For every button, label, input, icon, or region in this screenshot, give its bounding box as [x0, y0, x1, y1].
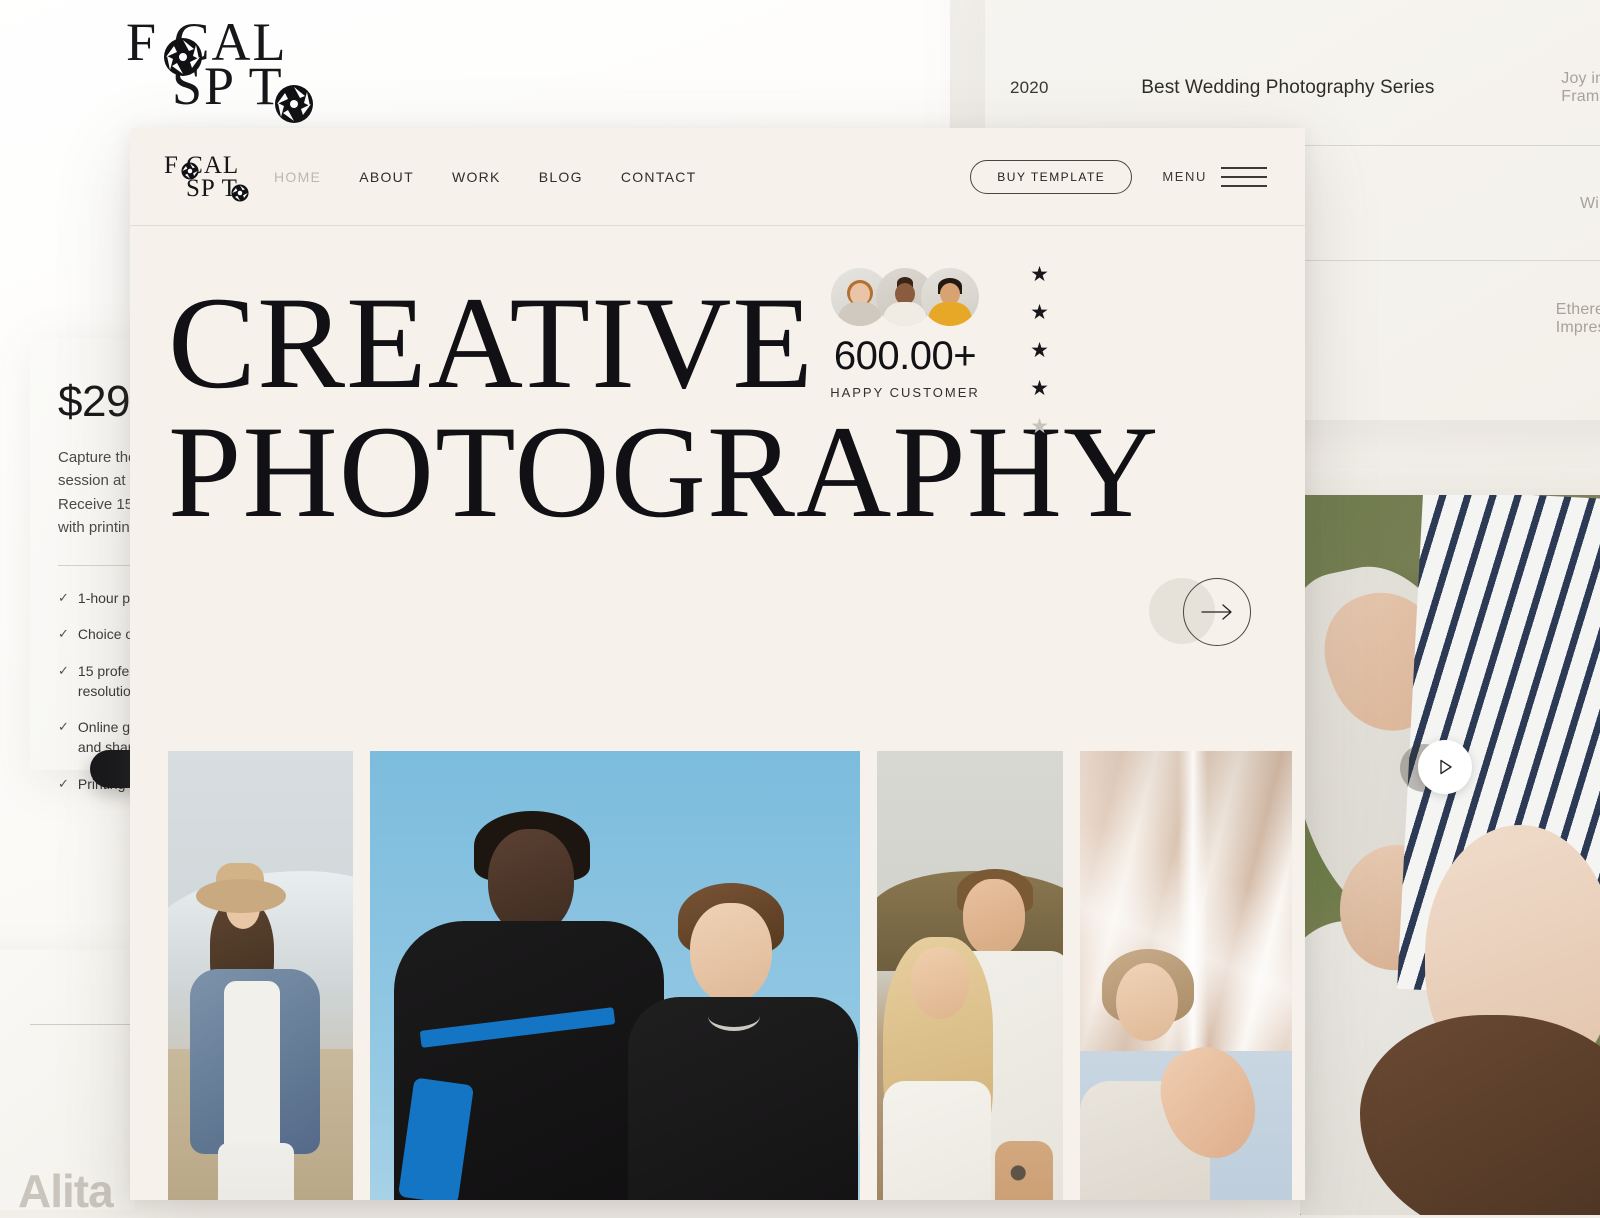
aperture-icon — [275, 85, 313, 123]
check-icon: ✓ — [58, 719, 69, 735]
buy-template-button[interactable]: BUY TEMPLATE — [970, 159, 1133, 194]
star-icon: ★ — [1030, 301, 1049, 324]
background-video-panel — [1300, 495, 1600, 1215]
nav-link-about[interactable]: ABOUT — [359, 169, 414, 185]
gallery-item-1[interactable] — [168, 751, 353, 1200]
award-title: Best Wedding Photography Series — [1141, 76, 1435, 98]
watermark-text: Alita — [18, 1165, 114, 1217]
nav-link-blog[interactable]: BLOG — [539, 169, 583, 185]
nav-right-group: BUY TEMPLATE MENU — [970, 159, 1267, 194]
check-icon: ✓ — [58, 775, 69, 791]
play-button[interactable] — [1418, 740, 1472, 794]
customer-count: 600.00+ — [833, 334, 977, 378]
star-icon: ★ — [1030, 263, 1049, 286]
hero-browser-card: F CAL SP T HOME ABOUT WORK BLOG CONTACT … — [130, 128, 1305, 1200]
star-icon-empty: ★ — [1030, 415, 1049, 438]
gallery-item-3[interactable] — [877, 751, 1063, 1200]
menu-label: MENU — [1162, 169, 1207, 184]
happy-customer-stats: 600.00+ HAPPY CUSTOMER — [805, 268, 1005, 400]
gallery-item-2[interactable] — [370, 751, 860, 1200]
star-icon: ★ — [1030, 339, 1049, 362]
gallery-item-4[interactable] — [1080, 751, 1292, 1200]
feature-label: 1-hour p — [77, 590, 131, 606]
check-icon: ✓ — [58, 662, 69, 678]
star-icon: ★ — [1030, 377, 1049, 400]
brand-logo-large: F CAL SP T — [126, 15, 313, 123]
arrow-next-button[interactable] — [1183, 578, 1251, 646]
nav-link-home[interactable]: HOME — [274, 169, 321, 185]
aperture-icon — [231, 183, 249, 202]
aperture-icon — [164, 38, 202, 76]
rating-stars: ★ ★ ★ ★ ★ — [1030, 264, 1049, 437]
navigation-bar: F CAL SP T HOME ABOUT WORK BLOG CONTACT … — [130, 128, 1305, 226]
avatar — [921, 268, 979, 326]
arrow-right-icon — [1201, 604, 1232, 620]
hamburger-icon[interactable] — [1221, 166, 1267, 187]
menu-toggle[interactable]: MENU — [1162, 166, 1267, 187]
nav-links: HOME ABOUT WORK BLOG CONTACT — [274, 169, 697, 185]
award-subtitle: Wild Wonders — [1580, 194, 1600, 212]
brand-logo[interactable]: F CAL SP T — [164, 151, 260, 202]
check-icon: ✓ — [58, 590, 69, 605]
photo-gallery — [168, 751, 1305, 1200]
hair-shape — [1360, 1015, 1600, 1215]
page-title: CREATIVE PHOTOGRAPHY — [130, 269, 1305, 546]
logo-text-part: F CAL — [164, 151, 240, 179]
avatar-group — [805, 268, 1005, 326]
feature-label: Choice o — [77, 626, 134, 643]
award-subtitle: Ethereal Impressions — [1555, 300, 1600, 336]
award-subtitle: Joy in Every Frame — [1561, 69, 1600, 105]
background-bottomleft-card: Alita — [0, 950, 160, 1217]
aperture-icon — [181, 161, 199, 180]
hero-next-control[interactable] — [1149, 578, 1251, 646]
award-year: 2020 — [1010, 77, 1049, 97]
headline-line-2: PHOTOGRAPHY — [168, 398, 1160, 546]
customer-count-label: HAPPY CUSTOMER — [830, 385, 980, 400]
feature-label: 15 profes resolutio — [77, 662, 137, 699]
nav-link-work[interactable]: WORK — [452, 169, 501, 185]
logo-line-1: F CAL — [164, 151, 260, 179]
headline-line-1: CREATIVE — [168, 269, 814, 416]
video-play-control[interactable] — [1400, 740, 1472, 794]
check-icon: ✓ — [58, 626, 69, 642]
hero-section: CREATIVE PHOTOGRAPHY 600.00+ HAPPY CUSTO… — [130, 226, 1305, 1200]
play-icon — [1440, 759, 1452, 775]
nav-link-contact[interactable]: CONTACT — [621, 169, 697, 185]
